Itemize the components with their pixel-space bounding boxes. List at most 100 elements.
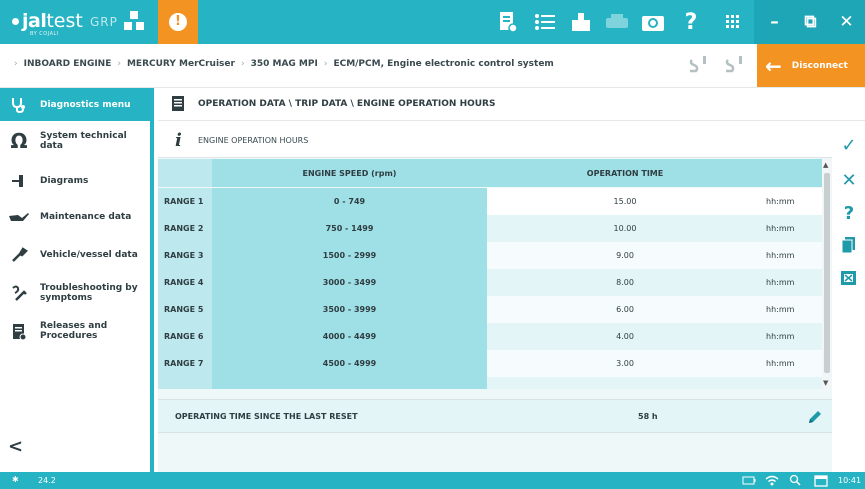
sidebar-item-label: Diagnostics menu — [40, 99, 131, 110]
scrollbar-thumb[interactable] — [824, 173, 830, 373]
scroll-up-icon[interactable]: ▲ — [823, 161, 828, 169]
grid-icon[interactable] — [720, 9, 746, 35]
test-signal-icon[interactable] — [686, 54, 710, 78]
sidebar-item-troubleshooting[interactable]: Troubleshooting by symptoms — [0, 278, 150, 308]
omega-icon: Ω — [10, 129, 28, 153]
close-window-button[interactable]: ✕ — [828, 0, 865, 44]
table-row[interactable]: RANGE 1 0 - 749 15.00 hh:mm — [158, 188, 822, 215]
disconnect-button[interactable]: ← Disconnect — [757, 44, 865, 87]
logo-subtitle: BY COJALI — [30, 31, 59, 37]
bluetooth-icon: ✱ — [12, 475, 19, 484]
wrench-icon — [8, 244, 30, 266]
help-icon[interactable]: ? — [678, 9, 704, 35]
breadcrumb-item[interactable]: INBOARD ENGINE — [24, 59, 112, 69]
reset-time-label: OPERATING TIME SINCE THE LAST RESET — [175, 412, 358, 421]
page-title: OPERATION DATA \ TRIP DATA \ ENGINE OPER… — [198, 99, 496, 109]
range-time: 3.00 — [487, 350, 763, 377]
table-scrollbar[interactable]: ▲ ▼ — [822, 159, 832, 389]
list-icon[interactable] — [532, 9, 558, 35]
sidebar-item-label: Vehicle/vessel data — [40, 250, 138, 260]
restore-button[interactable]: ⧉ — [792, 0, 829, 44]
breadcrumb-item[interactable]: ECM/PCM, Engine electronic control syste… — [333, 59, 553, 69]
range-speed: 0 - 749 — [212, 188, 487, 215]
version-label: 24.2 — [38, 476, 56, 485]
top-bar: jal test BY COJALI GRP ! ? – ⧉ ✕ — [0, 0, 865, 44]
status-bar: ✱ 24.2 10:41 — [0, 472, 865, 489]
clipboard-icon[interactable] — [568, 9, 594, 35]
sidebar-item-label: Maintenance data — [40, 212, 132, 222]
breadcrumb-item[interactable]: MERCURY MerCruiser — [127, 59, 235, 69]
range-time: 8.00 — [487, 269, 763, 296]
close-icon[interactable]: ✕ — [838, 169, 860, 191]
breadcrumb-item[interactable]: 350 MAG MPI — [251, 59, 318, 69]
page-header: OPERATION DATA \ TRIP DATA \ ENGINE OPER… — [158, 88, 865, 121]
right-toolbar: ✓ ✕ ? — [832, 122, 865, 472]
operation-hours-table: ENGINE SPEED (rpm) OPERATION TIME RANGE … — [158, 159, 822, 389]
table-header: ENGINE SPEED (rpm) OPERATION TIME — [158, 159, 822, 187]
oil-can-icon — [8, 206, 30, 228]
alert-icon: ! — [169, 13, 187, 31]
logo-jal: jal — [22, 10, 47, 32]
range-speed: 3000 - 3499 — [212, 269, 487, 296]
sidebar-item-label: Diagrams — [40, 176, 89, 186]
range-speed: 3500 - 3999 — [212, 296, 487, 323]
camera-icon[interactable] — [640, 9, 666, 35]
chevron-right-icon: › — [14, 59, 18, 69]
modules-icon[interactable] — [122, 9, 146, 33]
sidebar-item-diagrams[interactable]: Diagrams — [0, 166, 150, 196]
table-row[interactable]: RANGE 6 4000 - 4499 4.00 hh:mm — [158, 323, 822, 350]
check-icon[interactable]: ✓ — [838, 134, 860, 156]
report-icon[interactable] — [495, 9, 521, 35]
panel-title: ENGINE OPERATION HOURS — [198, 136, 309, 145]
copy-icon[interactable] — [838, 234, 860, 256]
sidebar-item-system-technical-data[interactable]: Ω System technical data — [0, 126, 150, 156]
alert-button[interactable]: ! — [158, 0, 198, 44]
range-unit: hh:mm — [763, 242, 822, 269]
sidebar-item-maintenance-data[interactable]: Maintenance data — [0, 202, 150, 232]
zoom-icon — [789, 474, 801, 486]
clock: 10:41 — [838, 476, 862, 485]
breadcrumb-bar: › INBOARD ENGINE › MERCURY MerCruiser › … — [0, 44, 865, 88]
scroll-down-icon[interactable]: ▼ — [823, 379, 828, 387]
range-name: RANGE 1 — [158, 188, 212, 215]
reset-time-row: OPERATING TIME SINCE THE LAST RESET 58 h — [158, 399, 832, 433]
calendar-icon — [814, 475, 828, 487]
range-name: RANGE 3 — [158, 242, 212, 269]
back-button[interactable]: < — [8, 436, 23, 457]
range-time: 6.00 — [487, 296, 763, 323]
range-unit: hh:mm — [763, 215, 822, 242]
sidebar-item-releases-procedures[interactable]: Releases and Procedures — [0, 316, 150, 346]
arrow-left-icon: ← — [765, 53, 782, 78]
range-name: RANGE 5 — [158, 296, 212, 323]
table-row[interactable]: RANGE 2 750 - 1499 10.00 hh:mm — [158, 215, 822, 242]
range-unit — [763, 377, 822, 389]
table-row[interactable]: RANGE 3 1500 - 2999 9.00 hh:mm — [158, 242, 822, 269]
range-time: 9.00 — [487, 242, 763, 269]
range-name: RANGE 2 — [158, 215, 212, 242]
help-search-icon[interactable]: ? — [838, 202, 860, 224]
chevron-right-icon: › — [240, 59, 245, 69]
sidebar-item-vehicle-vessel-data[interactable]: Vehicle/vessel data — [0, 240, 150, 270]
spreadsheet-icon[interactable] — [838, 267, 860, 289]
disconnect-label: Disconnect — [791, 60, 848, 71]
logo-test: test — [46, 10, 83, 32]
range-unit: hh:mm — [763, 296, 822, 323]
chevron-right-icon: › — [323, 59, 328, 69]
table-row — [158, 377, 822, 389]
table-row[interactable]: RANGE 5 3500 - 3999 6.00 hh:mm — [158, 296, 822, 323]
table-row[interactable]: RANGE 4 3000 - 3499 8.00 hh:mm — [158, 269, 822, 296]
signal-icon[interactable] — [722, 54, 746, 78]
minimize-button[interactable]: – — [756, 0, 793, 44]
chevron-right-icon: › — [117, 59, 121, 69]
stethoscope-icon — [8, 94, 30, 116]
sidebar-item-diagnostics-menu[interactable]: Diagnostics menu — [0, 88, 150, 121]
header-blank — [158, 159, 212, 187]
range-speed: 4500 - 4999 — [212, 350, 487, 377]
table-row[interactable]: RANGE 7 4500 - 4999 3.00 hh:mm — [158, 350, 822, 377]
range-name: RANGE 7 — [158, 350, 212, 377]
range-speed — [212, 377, 487, 389]
print-icon[interactable] — [604, 9, 630, 35]
header-engine-speed: ENGINE SPEED (rpm) — [212, 159, 487, 187]
range-time: 10.00 — [487, 215, 763, 242]
pencil-icon[interactable] — [806, 408, 824, 426]
